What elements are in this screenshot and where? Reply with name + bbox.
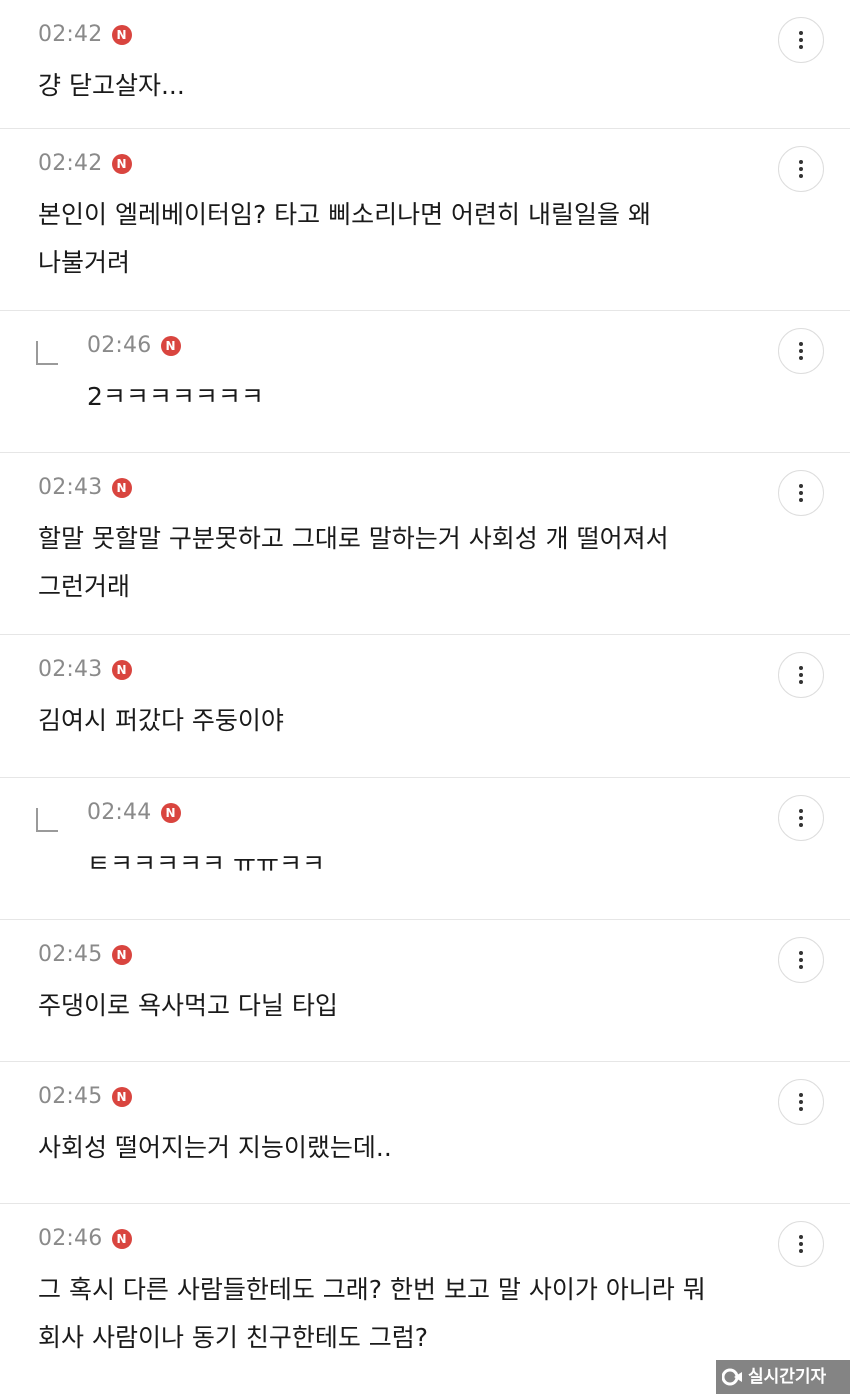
- comment-item: 02:42 N 걍 닫고살자...: [0, 0, 850, 129]
- comment-text: 할말 못할말 구분못하고 그대로 말하는거 사회성 개 떨어져서 그런거래: [38, 524, 669, 601]
- comment-time: 02:42 N: [38, 151, 132, 177]
- more-vertical-icon: [799, 809, 803, 813]
- reply-item: 02:44 N ㅌㅋㅋㅋㅋㅋ ㅠㅠㅋㅋ: [0, 778, 850, 920]
- comment-time: 02:46 N: [87, 333, 181, 359]
- more-options-button[interactable]: [778, 1221, 824, 1267]
- more-vertical-icon: [799, 31, 803, 35]
- comment-text: 본인이 엘레베이터임? 타고 삐소리나면 어련히 내릴일을 왜 나불거려: [38, 200, 651, 277]
- watermark: 실시간기자: [716, 1360, 850, 1394]
- comment-text: 김여시 퍼갔다 주둥이야: [38, 706, 284, 735]
- comment-list: 02:42 N 걍 닫고살자... 02:42 N 본인이 엘레베이터임? 타고…: [0, 0, 850, 1386]
- comment-item: 02:45 N 사회성 떨어지는거 지능이랬는데..: [0, 1062, 850, 1204]
- comment-time: 02:44 N: [87, 800, 181, 826]
- comment-text: 2ㅋㅋㅋㅋㅋㅋㅋ: [87, 382, 264, 411]
- comment-time: 02:43 N: [38, 657, 132, 683]
- new-badge: N: [111, 25, 132, 45]
- more-options-button[interactable]: [778, 1079, 824, 1125]
- reply-item: 02:46 N 2ㅋㅋㅋㅋㅋㅋㅋ: [0, 311, 850, 453]
- more-vertical-icon: [799, 342, 803, 346]
- comment-time: 02:46 N: [38, 1226, 132, 1252]
- comment-item: 02:42 N 본인이 엘레베이터임? 타고 삐소리나면 어련히 내릴일을 왜 …: [0, 129, 850, 311]
- watermark-text: 실시간기자: [748, 1367, 827, 1387]
- more-options-button[interactable]: [778, 652, 824, 698]
- comment-item: 02:43 N 할말 못할말 구분못하고 그대로 말하는거 사회성 개 떨어져서…: [0, 453, 850, 635]
- comment-time: 02:45 N: [38, 1084, 132, 1110]
- more-options-button[interactable]: [778, 328, 824, 374]
- logo-icon: [722, 1368, 742, 1386]
- more-vertical-icon: [799, 484, 803, 488]
- comment-text: 사회성 떨어지는거 지능이랬는데..: [38, 1133, 392, 1162]
- comment-text: 그 혹시 다른 사람들한테도 그래? 한번 보고 말 사이가 아니라 뭐 회사 …: [38, 1275, 706, 1352]
- more-options-button[interactable]: [778, 146, 824, 192]
- more-options-button[interactable]: [778, 17, 824, 63]
- comment-item: 02:43 N 김여시 퍼갔다 주둥이야: [0, 635, 850, 778]
- more-vertical-icon: [799, 951, 803, 955]
- new-badge: N: [160, 336, 181, 356]
- new-badge: N: [111, 1087, 132, 1107]
- reply-arrow-icon: [36, 341, 58, 365]
- more-vertical-icon: [799, 1235, 803, 1239]
- new-badge: N: [160, 803, 181, 823]
- comment-text: 걍 닫고살자...: [38, 71, 185, 100]
- new-badge: N: [111, 660, 132, 680]
- comment-time: 02:45 N: [38, 942, 132, 968]
- comment-time: 02:42 N: [38, 22, 132, 48]
- more-options-button[interactable]: [778, 795, 824, 841]
- new-badge: N: [111, 945, 132, 965]
- more-options-button[interactable]: [778, 470, 824, 516]
- reply-arrow-icon: [36, 808, 58, 832]
- new-badge: N: [111, 154, 132, 174]
- comment-time: 02:43 N: [38, 475, 132, 501]
- more-vertical-icon: [799, 666, 803, 670]
- more-vertical-icon: [799, 1093, 803, 1097]
- new-badge: N: [111, 1229, 132, 1249]
- more-vertical-icon: [799, 160, 803, 164]
- new-badge: N: [111, 478, 132, 498]
- more-options-button[interactable]: [778, 937, 824, 983]
- comment-text: 주댕이로 욕사먹고 다닐 타입: [38, 991, 338, 1020]
- comment-item: 02:46 N 그 혹시 다른 사람들한테도 그래? 한번 보고 말 사이가 아…: [0, 1204, 850, 1386]
- comment-item: 02:45 N 주댕이로 욕사먹고 다닐 타입: [0, 920, 850, 1062]
- comment-text: ㅌㅋㅋㅋㅋㅋ ㅠㅠㅋㅋ: [87, 849, 325, 878]
